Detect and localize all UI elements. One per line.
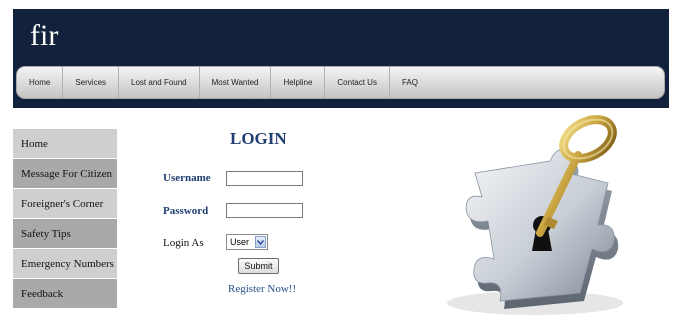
sidebar-menu: Home Message For Citizen Foreigner's Cor… bbox=[13, 129, 117, 309]
submit-button[interactable]: Submit bbox=[238, 258, 279, 274]
nav-lost-and-found[interactable]: Lost and Found bbox=[119, 67, 200, 98]
nav-faq[interactable]: FAQ bbox=[390, 67, 430, 98]
sidebar-item-home[interactable]: Home bbox=[13, 129, 117, 159]
sidebar-item-feedback[interactable]: Feedback bbox=[13, 279, 117, 309]
register-now-link[interactable]: Register Now!! bbox=[228, 283, 296, 295]
sidebar-item-safety-tips[interactable]: Safety Tips bbox=[13, 219, 117, 249]
sidebar-item-message-for-citizen[interactable]: Message For Citizen bbox=[13, 159, 117, 189]
password-label: Password bbox=[163, 205, 209, 217]
site-header: fir Home Services Lost and Found Most Wa… bbox=[13, 9, 669, 108]
nav-home[interactable]: Home bbox=[17, 67, 64, 98]
username-label: Username bbox=[163, 172, 211, 184]
login-as-value: User bbox=[230, 237, 250, 247]
sidebar-item-foreigners-corner[interactable]: Foreigner's Corner bbox=[13, 189, 117, 219]
key-in-puzzle-icon bbox=[447, 115, 623, 315]
chevron-down-icon[interactable] bbox=[255, 236, 266, 248]
nav-contact-us[interactable]: Contact Us bbox=[325, 67, 390, 98]
nav-most-wanted[interactable]: Most Wanted bbox=[200, 67, 272, 98]
login-as-select[interactable]: User bbox=[226, 234, 268, 250]
top-nav-bar: Home Services Lost and Found Most Wanted… bbox=[16, 66, 665, 99]
login-title: LOGIN bbox=[230, 129, 287, 148]
username-input[interactable] bbox=[226, 171, 303, 186]
password-input[interactable] bbox=[226, 203, 303, 218]
nav-services[interactable]: Services bbox=[63, 67, 120, 98]
nav-helpline[interactable]: Helpline bbox=[271, 67, 326, 98]
login-as-label: Login As bbox=[163, 237, 204, 249]
site-logo: fir bbox=[30, 19, 59, 52]
sidebar-item-emergency-numbers[interactable]: Emergency Numbers bbox=[13, 249, 117, 279]
